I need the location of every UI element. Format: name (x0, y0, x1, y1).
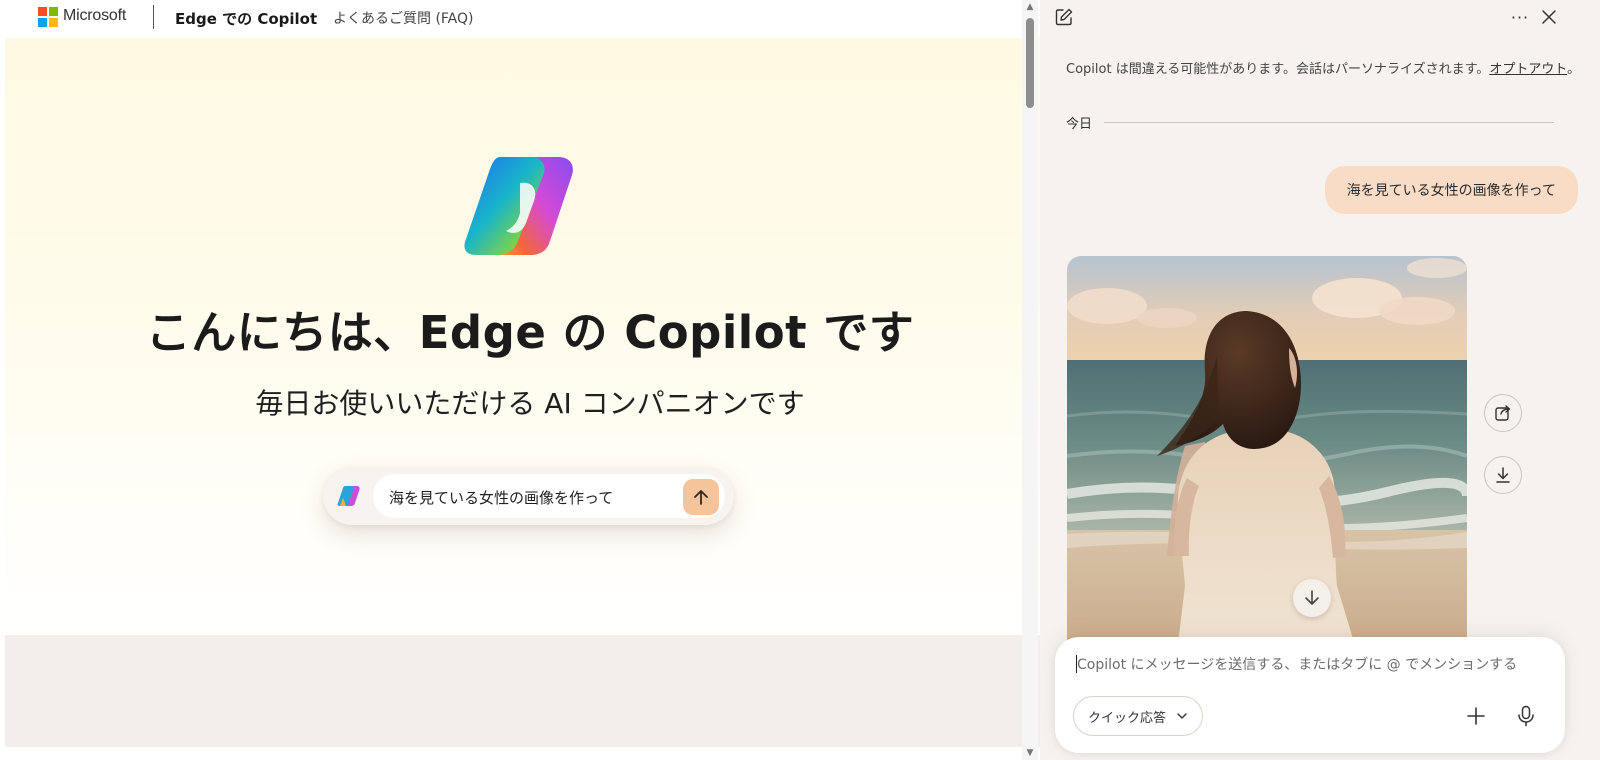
nav-title-link[interactable]: Edge での Copilot (175, 8, 317, 29)
more-options-button[interactable]: ··· (1508, 5, 1532, 29)
generated-image-woman-sea (1067, 256, 1467, 652)
chevron-down-icon (1177, 713, 1187, 719)
nav-faq-link[interactable]: よくあるご質問 (FAQ) (333, 8, 474, 28)
prompt-input[interactable]: 海を見ている女性の画像を作って (373, 474, 725, 518)
scroll-down-icon[interactable]: ▼ (1025, 748, 1035, 758)
top-navigation: Microsoft Edge での Copilot よくあるご質問 (FAQ) (0, 0, 1042, 36)
microphone-icon (1518, 705, 1534, 727)
more-icon: ··· (1510, 7, 1530, 27)
disclaimer: Copilot は間違える可能性があります。会話はパーソナライズされます。オプト… (1066, 58, 1580, 77)
response-mode-label: クイック応答 (1088, 710, 1167, 726)
response-mode-dropdown[interactable]: クイック応答 (1073, 696, 1204, 736)
web-page: Microsoft Edge での Copilot よくあるご質問 (FAQ) (0, 0, 1042, 760)
opt-out-link[interactable]: オプトアウト (1489, 62, 1567, 77)
hero-section: こんにちは、Edge の Copilot です 毎日お使いいただける AI コン… (5, 38, 1042, 648)
arrow-up-icon (694, 490, 708, 505)
copilot-logo-icon (464, 157, 573, 255)
divider-line (1104, 121, 1554, 123)
voice-input-button[interactable] (1509, 699, 1543, 733)
download-image-button[interactable] (1484, 456, 1522, 494)
hero-subtitle: 毎日お使いいただける AI コンパニオンです (255, 387, 805, 420)
send-button[interactable] (683, 479, 719, 515)
download-icon (1496, 467, 1510, 483)
scrollbar-thumb[interactable] (1026, 18, 1034, 108)
prompt-input-text: 海を見ている女性の画像を作って (389, 489, 614, 507)
nav-divider (153, 5, 154, 29)
user-message-bubble: 海を見ている女性の画像を作って (1324, 166, 1578, 214)
close-panel-button[interactable] (1537, 5, 1561, 29)
message-composer[interactable]: Copilot にメッセージを送信する、またはタブに @ でメンションする クイ… (1055, 637, 1565, 753)
share-image-button[interactable] (1484, 394, 1522, 432)
date-divider-label: 今日 (1066, 116, 1093, 132)
new-chat-button[interactable] (1052, 5, 1076, 29)
new-chat-icon (1055, 8, 1073, 26)
date-divider: 今日 (1066, 112, 1554, 132)
panel-header: ··· (1040, 0, 1580, 36)
brand-name[interactable]: Microsoft (63, 7, 126, 25)
prompt-card[interactable]: 海を見ている女性の画像を作って (323, 467, 734, 525)
scroll-to-bottom-button[interactable] (1293, 579, 1331, 617)
composer-input[interactable]: Copilot にメッセージを送信する、またはタブに @ でメンションする (1077, 654, 1517, 674)
page-scrollbar[interactable]: ▲ ▼ (1022, 0, 1038, 760)
arrow-down-icon (1305, 590, 1319, 605)
hero-title: こんにちは、Edge の Copilot です (145, 306, 915, 359)
disclaimer-text: Copilot は間違える可能性があります。会話はパーソナライズされます。 (1066, 62, 1490, 77)
share-icon (1495, 405, 1511, 421)
scroll-up-icon[interactable]: ▲ (1025, 2, 1035, 12)
copilot-side-panel: ··· Copilot は間違える可能性があります。会話はパーソナライズされます… (1040, 0, 1600, 760)
copilot-icon (337, 486, 360, 506)
generated-image[interactable] (1067, 256, 1467, 652)
microsoft-logo-icon[interactable] (38, 7, 58, 27)
disclaimer-end: 。 (1567, 62, 1581, 77)
plus-icon (1467, 707, 1485, 725)
close-icon (1542, 10, 1556, 24)
page-footer-band (5, 635, 1042, 747)
add-attachment-button[interactable] (1459, 699, 1493, 733)
